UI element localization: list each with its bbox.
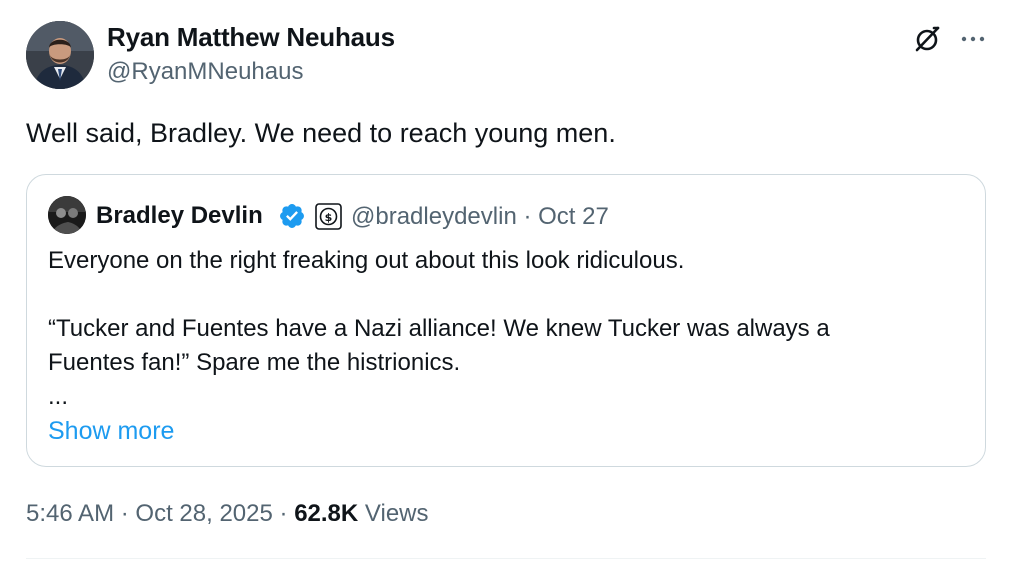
- verified-icon: [278, 202, 306, 230]
- tweet-meta: 5:46 AM · Oct 28, 2025 · 62.8K Views: [26, 500, 429, 528]
- quoted-handle-date: @bradleydevlin · Oct 27: [351, 203, 609, 231]
- divider: [26, 558, 986, 559]
- quoted-text-line: “Tucker and Fuentes have a Nazi alliance…: [48, 315, 830, 342]
- quoted-display-name[interactable]: Bradley Devlin: [96, 202, 263, 230]
- grok-icon[interactable]: [912, 24, 942, 54]
- quoted-separator: ·: [523, 203, 532, 230]
- quoted-text-line: Fuentes fan!” Spare me the histrionics.: [48, 349, 461, 376]
- quoted-avatar[interactable]: [48, 196, 86, 234]
- meta-separator: ·: [120, 500, 129, 527]
- quoted-date[interactable]: Oct 27: [538, 203, 609, 230]
- avatar[interactable]: [26, 21, 94, 89]
- author-handle[interactable]: @RyanMNeuhaus: [107, 58, 303, 86]
- tweet-text: Well said, Bradley. We need to reach you…: [26, 118, 616, 148]
- quoted-handle[interactable]: @bradleydevlin: [351, 203, 517, 230]
- author-display-name[interactable]: Ryan Matthew Neuhaus: [107, 22, 395, 53]
- quoted-text-line: Everyone on the right freaking out about…: [48, 247, 685, 274]
- views-count: 62.8K: [294, 500, 359, 527]
- svg-text:$: $: [325, 211, 333, 224]
- more-icon[interactable]: [958, 24, 988, 54]
- show-more-link[interactable]: Show more: [48, 417, 174, 446]
- quoted-tweet[interactable]: Bradley Devlin $ @bradleydevlin · Oct 27…: [26, 174, 986, 467]
- tweet-date[interactable]: Oct 28, 2025: [135, 500, 272, 527]
- org-badge-icon[interactable]: $: [315, 203, 342, 230]
- quoted-text-ellipsis: ...: [48, 383, 69, 410]
- tweet: Ryan Matthew Neuhaus @RyanMNeuhaus Well …: [0, 0, 1024, 563]
- views-label: Views: [364, 500, 429, 527]
- tweet-time[interactable]: 5:46 AM: [26, 500, 114, 527]
- meta-separator: ·: [279, 500, 288, 527]
